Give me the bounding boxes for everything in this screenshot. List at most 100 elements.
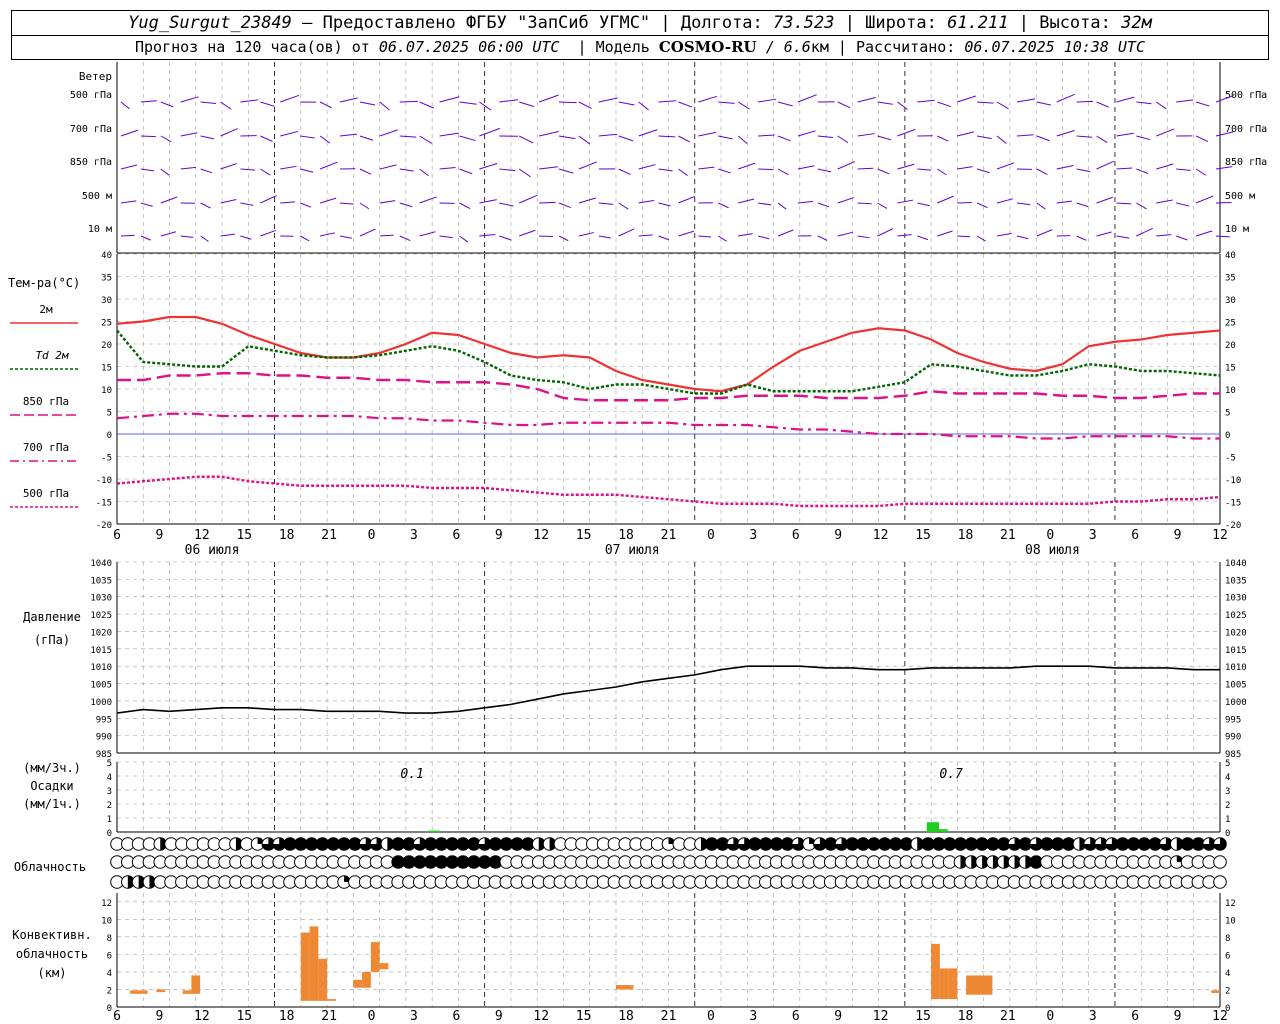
conv-xtick-label: 9: [156, 1009, 164, 1024]
conv-xtick-label: 3: [410, 1009, 418, 1024]
wind-barb: [638, 199, 655, 204]
temp-ytick-right: 25: [1225, 319, 1236, 329]
conv-cloud-bar: [309, 926, 319, 1001]
conv-xtick-label: 9: [495, 1009, 503, 1024]
wind-barb: [996, 162, 1015, 170]
wind-barb: [240, 99, 259, 103]
wind-barb: [937, 168, 947, 176]
pres-ytick-left: 1015: [90, 646, 112, 656]
temp-ytick-left: 30: [101, 296, 112, 306]
wind-barb: [817, 135, 834, 139]
temp-ytick-left: 25: [101, 319, 112, 329]
wind-barb: [777, 168, 789, 176]
pres-ytick-right: 995: [1225, 715, 1241, 725]
wind-barb: [698, 131, 716, 137]
wind-barb: [857, 167, 874, 170]
wind-barb: [857, 97, 876, 103]
precip-ytick-left: 2: [107, 801, 112, 811]
wind-barb: [698, 235, 712, 238]
temp-ytick-right: 30: [1225, 296, 1236, 306]
wind-barb: [1156, 234, 1172, 237]
precip-ytick-right: 4: [1225, 773, 1230, 783]
temp-xtick-label: 6: [452, 528, 460, 543]
pres-axis-unit: (гПа): [34, 633, 70, 647]
pres-ytick-right: 1035: [1225, 576, 1247, 586]
wind-barb: [738, 162, 756, 170]
wind-barb: [1176, 99, 1194, 103]
conv-cloud-bar: [939, 968, 949, 1000]
conv-xtick-label: 6: [113, 1009, 121, 1024]
precip-ytick-right: 2: [1225, 801, 1230, 811]
precip-axis-title: Осадки: [30, 779, 73, 793]
wind-barb: [319, 197, 337, 204]
wind-barb: [419, 196, 437, 204]
temperature-panel: -20 -20-15 -15-10 -10-5 -50 05 510 1015 1520 2025…: [8, 251, 1241, 558]
wind-barb: [359, 168, 372, 175]
wind-barb: [220, 163, 237, 170]
pres-ytick-left: 1035: [90, 576, 112, 586]
wind-barb: [797, 200, 814, 204]
wind-barb: [1096, 196, 1113, 204]
conv-ytick-left: 12: [101, 899, 112, 909]
wind-barb: [499, 168, 516, 172]
wind-barb: [658, 235, 669, 241]
day-label: 06 июля: [185, 543, 240, 558]
temp-ytick-right: 35: [1225, 274, 1236, 284]
pres-ytick-right: 1030: [1225, 594, 1247, 604]
conv-axis-title-2: облачность: [16, 947, 88, 961]
pres-ytick-left: 1030: [90, 594, 112, 604]
wind-barb: [180, 96, 199, 103]
wind-barb: [479, 127, 500, 137]
wind-barb: [319, 101, 332, 109]
conv-ytick-right: 4: [1225, 969, 1230, 979]
wind-level-label-left: 850 гПа: [70, 157, 112, 168]
wind-barb: [1215, 235, 1230, 238]
wind-barb: [1116, 235, 1130, 239]
temp-ytick-left: -10: [96, 476, 112, 486]
temp-legend-label: 2м: [39, 303, 53, 316]
conv-cloud-bar: [191, 975, 201, 994]
temp-ytick-left: 10: [101, 386, 112, 396]
wind-barb: [538, 94, 559, 103]
temp-xtick-label: 21: [661, 528, 677, 543]
wind-barb: [937, 135, 949, 142]
wind-barb: [459, 101, 477, 105]
pres-ytick-left: 1040: [90, 559, 112, 569]
wind-level-label-left: 500 гПа: [70, 90, 112, 101]
conv-cloud-bar: [931, 943, 940, 1000]
temp-legend-label: Td 2м: [35, 349, 68, 362]
temp-ytick-right: 0: [1225, 431, 1230, 441]
wind-barb: [638, 164, 656, 170]
wind-barb: [120, 101, 130, 110]
wind-barb: [777, 135, 791, 142]
wind-barb: [976, 235, 986, 242]
wind-barb: [877, 101, 893, 105]
temp-xtick-label: 18: [279, 528, 295, 543]
wind-barb: [459, 235, 469, 243]
wind-barb: [479, 163, 498, 170]
temp-xtick-label: 9: [156, 528, 164, 543]
wind-barb: [698, 166, 715, 170]
wind-barb: [777, 229, 794, 237]
temp-xtick-label: 0: [707, 528, 715, 543]
wind-barb: [120, 234, 135, 237]
wind-barb: [937, 195, 954, 204]
wind-barb: [300, 135, 316, 139]
precip-ytick-right: 5: [1225, 759, 1230, 769]
wind-barb: [518, 135, 534, 144]
pres-ytick-left: 1025: [90, 611, 112, 621]
wind-barb: [618, 202, 629, 210]
precip-ytick-right: 1: [1225, 815, 1230, 825]
wind-barb: [678, 101, 693, 108]
temp-xtick-label: 15: [236, 528, 252, 543]
temp-ytick-right: 10: [1225, 386, 1236, 396]
wind-barb: [140, 168, 155, 172]
conv-xtick-label: 12: [1212, 1009, 1228, 1024]
wind-barb: [1096, 231, 1112, 237]
conv-xtick-label: 15: [236, 1009, 252, 1024]
wind-barb: [1036, 202, 1046, 210]
wind-barb: [957, 95, 977, 103]
wind-barb: [897, 101, 908, 110]
wind-barb: [1016, 202, 1031, 206]
wind-barb: [399, 135, 417, 138]
